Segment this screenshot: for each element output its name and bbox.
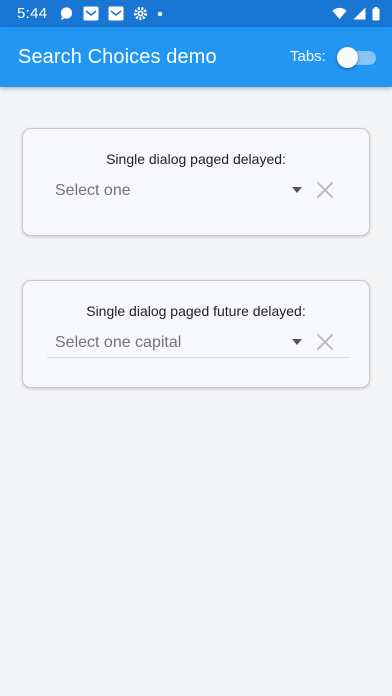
system-icons xyxy=(332,5,380,22)
dot-icon xyxy=(157,11,163,16)
tabs-toggle-switch[interactable] xyxy=(336,46,380,68)
tabs-label: Tabs: xyxy=(290,48,326,65)
dropdown-placeholder: Select one capital xyxy=(55,334,182,351)
gear-icon xyxy=(133,6,148,21)
search-choices-dropdown[interactable]: Select one xyxy=(47,174,350,206)
card-label: Single dialog paged future delayed: xyxy=(86,303,306,319)
clear-icon[interactable] xyxy=(315,332,335,352)
clear-icon[interactable] xyxy=(315,180,335,200)
dropdown-arrow-icon[interactable] xyxy=(290,185,304,195)
dropdown-arrow-icon[interactable] xyxy=(290,337,304,347)
notification-icons xyxy=(59,5,163,22)
app-title: Search Choices demo xyxy=(18,46,217,68)
dropdown-card-paged-delayed: Single dialog paged delayed: Select one xyxy=(22,128,370,236)
app-bar: Search Choices demo Tabs: xyxy=(0,27,392,87)
toggle-thumb xyxy=(337,47,358,68)
dropdown-underline xyxy=(47,357,350,358)
search-choices-dropdown[interactable]: Select one capital xyxy=(47,326,350,358)
battery-icon xyxy=(372,6,380,20)
dropdown-card-paged-future-delayed: Single dialog paged future delayed: Sele… xyxy=(22,280,370,388)
mail-icon xyxy=(108,6,124,21)
card-label: Single dialog paged delayed: xyxy=(106,151,286,167)
status-time: 5:44 xyxy=(17,5,48,22)
mail-icon xyxy=(83,6,99,21)
wifi-icon xyxy=(332,7,347,20)
status-bar: 5:44 xyxy=(0,0,392,27)
chat-bubble-icon xyxy=(60,7,73,21)
cellular-signal-icon xyxy=(353,7,366,20)
dropdown-placeholder: Select one xyxy=(55,182,131,199)
